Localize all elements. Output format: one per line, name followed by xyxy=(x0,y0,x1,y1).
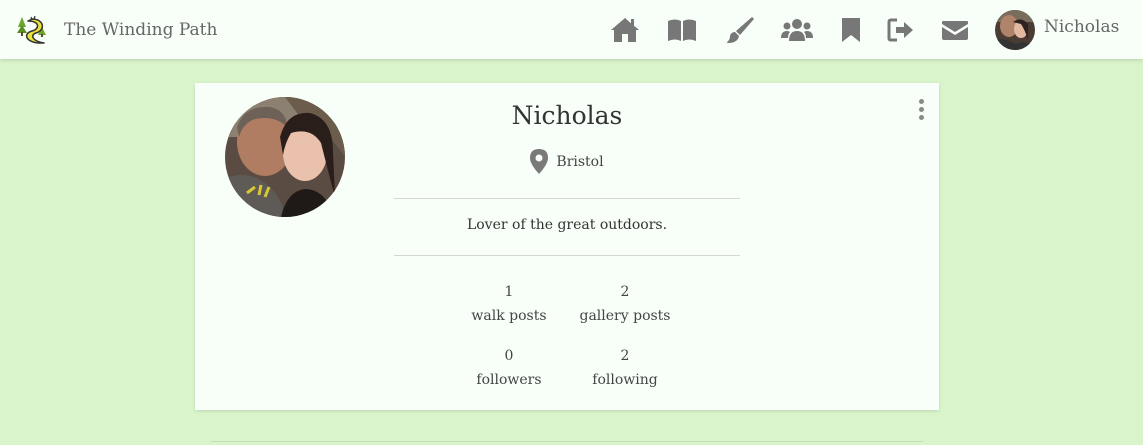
map-marker-icon xyxy=(530,149,549,174)
stat-count: 2 xyxy=(620,284,630,300)
location: Bristol xyxy=(195,149,939,175)
avatar xyxy=(995,10,1035,50)
bookmark-icon[interactable] xyxy=(835,15,867,45)
stat-following[interactable]: 2 following xyxy=(565,344,685,392)
nav-username: Nicholas xyxy=(1044,17,1120,37)
users-icon[interactable] xyxy=(780,15,814,45)
home-icon[interactable] xyxy=(609,15,641,45)
stat-count: 0 xyxy=(504,348,514,364)
divider xyxy=(394,198,740,199)
navbar: The Winding Path Nicholas xyxy=(0,0,1143,59)
stat-label: followers xyxy=(476,372,542,388)
profile-bio: Lover of the great outdoors. xyxy=(466,217,668,233)
stat-label: gallery posts xyxy=(579,308,671,324)
stat-followers[interactable]: 0 followers xyxy=(449,344,569,392)
stat-count: 2 xyxy=(620,348,630,364)
brand-title: The Winding Path xyxy=(64,20,218,40)
winding-path-logo xyxy=(17,15,46,44)
profile-card: Nicholas Bristol Lover of the great outd… xyxy=(195,83,939,410)
stat-label: walk posts xyxy=(471,308,547,324)
divider xyxy=(394,255,740,256)
divider xyxy=(211,441,923,442)
book-icon[interactable] xyxy=(666,15,698,45)
location-text: Bristol xyxy=(556,154,604,170)
sign-out-icon[interactable] xyxy=(885,15,917,45)
stat-label: following xyxy=(592,372,658,388)
brand-link[interactable]: The Winding Path xyxy=(16,13,217,47)
stat-gallery-posts[interactable]: 2 gallery posts xyxy=(565,280,685,328)
stat-walk-posts[interactable]: 1 walk posts xyxy=(449,280,569,328)
profile-name: Nicholas xyxy=(511,101,623,130)
stat-count: 1 xyxy=(504,284,514,300)
brush-icon[interactable] xyxy=(724,15,756,45)
envelope-icon[interactable] xyxy=(939,15,971,45)
user-menu[interactable]: Nicholas xyxy=(995,9,1119,51)
